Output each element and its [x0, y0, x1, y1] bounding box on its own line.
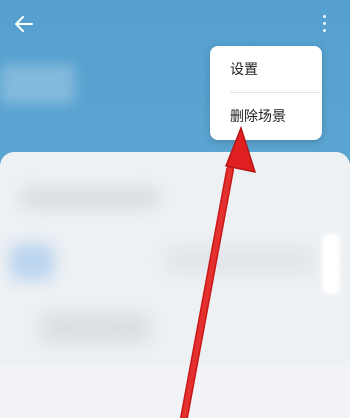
- content-card: [0, 152, 350, 418]
- blurred-title-area: [0, 64, 75, 104]
- card-bottom-area: [0, 366, 350, 418]
- blurred-text-line: [40, 314, 150, 342]
- menu-item-label: 删除场景: [230, 109, 286, 125]
- more-vertical-icon: [322, 14, 326, 18]
- more-options-button[interactable]: [316, 10, 332, 36]
- blurred-text-line: [165, 248, 315, 272]
- back-button[interactable]: [10, 10, 38, 38]
- menu-item-settings[interactable]: 设置: [210, 46, 322, 92]
- arrow-left-icon: [15, 16, 33, 32]
- blurred-icon: [10, 244, 54, 280]
- blurred-toggle: [322, 234, 340, 294]
- menu-item-delete-scene[interactable]: 删除场景: [210, 93, 322, 139]
- overflow-menu: 设置 删除场景: [210, 46, 322, 140]
- blurred-text-line: [20, 187, 160, 209]
- menu-item-label: 设置: [230, 62, 258, 78]
